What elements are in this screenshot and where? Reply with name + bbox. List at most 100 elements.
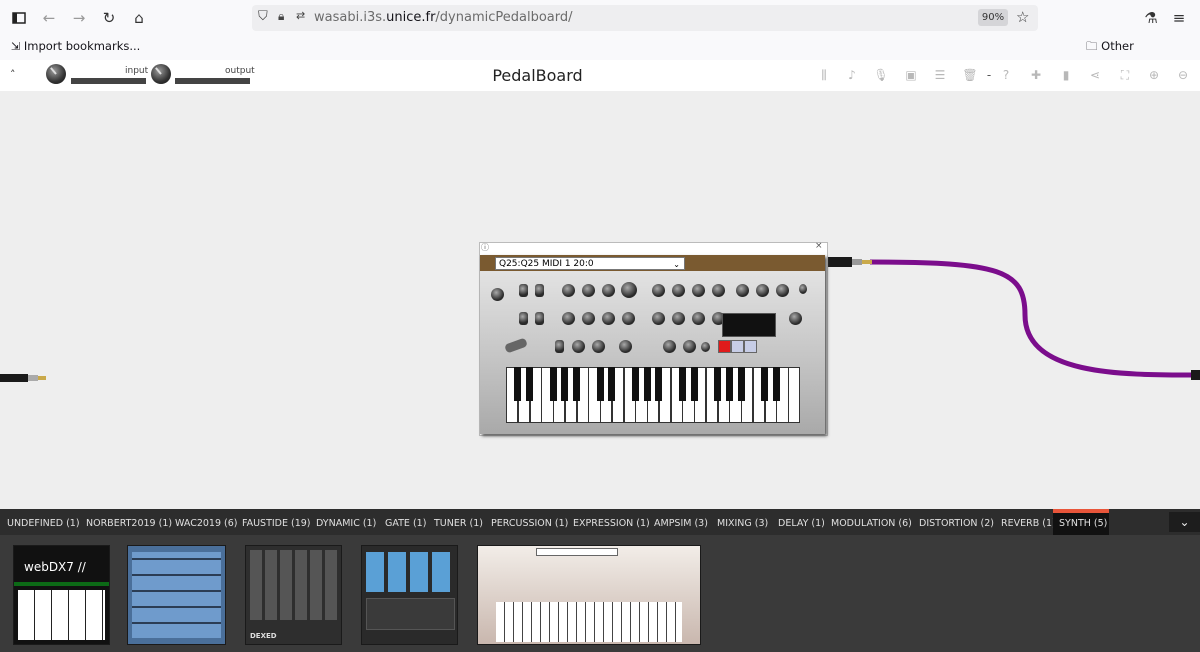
microphone-icon[interactable]: 🎙︎	[872, 68, 890, 82]
sidebar-icon[interactable]	[7, 6, 31, 30]
black-key[interactable]	[561, 367, 569, 401]
category-tab[interactable]: DISTORTION (2)	[919, 513, 994, 535]
synth-knob[interactable]	[712, 284, 725, 297]
menu-icon[interactable]: ≡	[1167, 6, 1191, 30]
black-key[interactable]	[761, 367, 769, 401]
category-tab[interactable]: FAUSTIDE (19)	[242, 513, 311, 535]
black-key[interactable]	[608, 367, 616, 401]
shield-icon[interactable]: ⛉	[258, 9, 268, 24]
synth-knob[interactable]	[692, 312, 705, 325]
music-note-icon[interactable]: ♪	[843, 68, 861, 82]
synth-switch[interactable]	[535, 284, 544, 297]
plugin-info-icon[interactable]: ⓘ	[481, 242, 489, 253]
trash-icon[interactable]: 🗑︎	[961, 68, 979, 82]
thumbnail-obxd[interactable]	[127, 545, 226, 645]
synth-knob[interactable]	[602, 312, 615, 325]
synth-knob[interactable]	[692, 284, 705, 297]
category-tab[interactable]: DYNAMIC (1)	[316, 513, 376, 535]
forward-icon[interactable]: →	[67, 6, 91, 30]
synth-knob[interactable]	[776, 284, 789, 297]
url-bar[interactable]: ⛉ 🔒︎ ⇄ wasabi.i3s.unice.fr/dynamicPedalb…	[252, 5, 1038, 31]
category-tab[interactable]: EXPRESSION (1)	[573, 513, 650, 535]
synth-knob[interactable]	[562, 284, 575, 297]
black-key[interactable]	[725, 367, 733, 401]
synth-knob[interactable]	[572, 340, 585, 353]
category-tab[interactable]: WAC2019 (6)	[175, 513, 238, 535]
thumbnail-analogue-synth[interactable]	[477, 545, 701, 645]
black-key[interactable]	[631, 367, 639, 401]
category-tab[interactable]: TUNER (1)	[434, 513, 483, 535]
black-key[interactable]	[596, 367, 604, 401]
synth-knob[interactable]	[672, 312, 685, 325]
bookmark-star-icon[interactable]: ☆	[1016, 8, 1029, 26]
synth-knob[interactable]	[756, 284, 769, 297]
black-key[interactable]	[655, 367, 663, 401]
black-key[interactable]	[714, 367, 722, 401]
back-icon[interactable]: ←	[37, 6, 61, 30]
record-button[interactable]	[718, 340, 731, 353]
synth-knob[interactable]	[672, 284, 685, 297]
synth-switch[interactable]	[701, 342, 710, 352]
synth-knob[interactable]	[602, 284, 615, 297]
category-tab[interactable]: AMPSIM (3)	[654, 513, 708, 535]
extensions-icon[interactable]: ⚗	[1139, 6, 1163, 30]
permissions-icon[interactable]: ⇄	[296, 9, 305, 22]
help-icon[interactable]: ?	[997, 68, 1015, 82]
url-text[interactable]: wasabi.i3s.unice.fr/dynamicPedalboard/	[314, 10, 573, 25]
synth-knob[interactable]	[736, 284, 749, 297]
collapse-panel-button[interactable]: ⌄	[1169, 512, 1200, 532]
synth-switch[interactable]	[519, 284, 528, 297]
synth-pad-button[interactable]	[744, 340, 757, 353]
synth-knob[interactable]	[683, 340, 696, 353]
black-key[interactable]	[690, 367, 698, 401]
synth-knob[interactable]	[621, 282, 637, 298]
synth-knob[interactable]	[491, 288, 504, 301]
home-icon[interactable]: ⌂	[127, 6, 151, 30]
reload-icon[interactable]: ↻	[97, 6, 121, 30]
synth-knob[interactable]	[592, 340, 605, 353]
book-icon[interactable]: ▮	[1057, 68, 1075, 82]
black-key[interactable]	[549, 367, 557, 401]
black-key[interactable]	[772, 367, 780, 401]
share-icon[interactable]: ⋖	[1086, 68, 1104, 82]
black-key[interactable]	[643, 367, 651, 401]
category-tab[interactable]: SYNTH (5)	[1053, 513, 1109, 535]
category-tab[interactable]: DELAY (1)	[778, 513, 825, 535]
category-tab[interactable]: GATE (1)	[385, 513, 426, 535]
save-icon[interactable]: ▣	[902, 68, 920, 82]
mixer-icon[interactable]: ⫼	[815, 68, 833, 83]
zoom-out-icon[interactable]: ⊖	[1174, 68, 1192, 82]
synth-knob[interactable]	[663, 340, 676, 353]
category-tab[interactable]: NORBERT2019 (1)	[86, 513, 172, 535]
midi-device-select[interactable]: Q25:Q25 MIDI 1 20:0 ⌄	[495, 257, 685, 270]
category-tab[interactable]: MIXING (3)	[717, 513, 768, 535]
thumbnail-tinysynth[interactable]	[361, 545, 458, 645]
fullscreen-icon[interactable]: ⛶	[1116, 68, 1134, 83]
synth-pad-button[interactable]	[731, 340, 744, 353]
collapse-header-icon[interactable]: ˄	[10, 68, 16, 81]
zoom-badge[interactable]: 90%	[978, 9, 1008, 26]
lock-icon[interactable]: 🔒︎	[278, 9, 284, 24]
category-tab[interactable]: PERCUSSION (1)	[491, 513, 568, 535]
synth-knob[interactable]	[619, 340, 632, 353]
thumbnail-dexed[interactable]: DEXED	[245, 545, 342, 645]
zoom-in-icon[interactable]: ⊕	[1145, 68, 1163, 82]
output-volume-knob[interactable]	[151, 64, 171, 84]
puzzle-icon[interactable]: ✚	[1027, 68, 1045, 82]
black-key[interactable]	[526, 367, 534, 401]
synth-knob[interactable]	[789, 312, 802, 325]
import-bookmarks-link[interactable]: ⇲ Import bookmarks...	[11, 39, 140, 53]
black-key[interactable]	[737, 367, 745, 401]
input-jack[interactable]	[0, 368, 46, 382]
synth-knob[interactable]	[652, 312, 665, 325]
category-tab[interactable]: MODULATION (6)	[831, 513, 912, 535]
synth-switch[interactable]	[535, 312, 544, 325]
category-tab[interactable]: UNDEFINED (1)	[7, 513, 80, 535]
synth-knob[interactable]	[582, 284, 595, 297]
synth-switch[interactable]	[519, 312, 528, 325]
synth-keyboard[interactable]	[506, 367, 801, 423]
black-key[interactable]	[573, 367, 581, 401]
black-key[interactable]	[514, 367, 522, 401]
synth-switch[interactable]	[799, 284, 807, 294]
category-tab[interactable]: REVERB (1)	[1001, 513, 1056, 535]
